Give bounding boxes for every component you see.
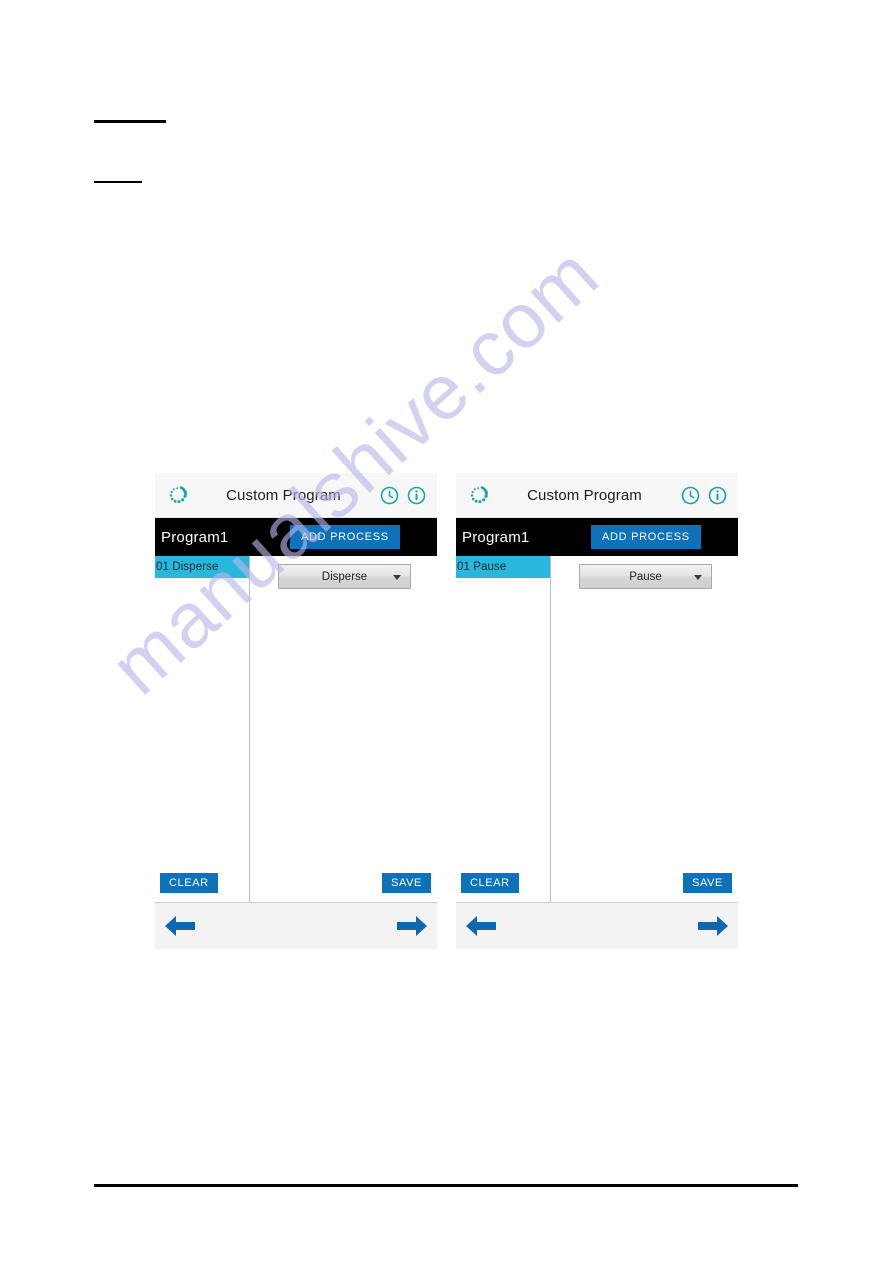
chevron-down-icon <box>694 575 702 580</box>
process-list-item-label: 01 Pause <box>457 561 507 573</box>
screenshot-panel-disperse: Custom Program Program1 ADD PROCESS 01 D… <box>155 473 437 949</box>
screenshot-panel-pause: Custom Program Program1 ADD PROCESS 01 P… <box>456 473 738 949</box>
bottom-navbar <box>456 902 738 949</box>
add-process-button[interactable]: ADD PROCESS <box>290 525 400 549</box>
process-type-select-value: Pause <box>629 570 662 583</box>
process-list-item-01[interactable]: 01 Pause <box>456 556 550 578</box>
arrow-right-icon[interactable] <box>396 912 428 940</box>
save-button[interactable]: SAVE <box>382 873 431 893</box>
titlebar-icons <box>380 486 426 505</box>
titlebar-icons <box>681 486 727 505</box>
clear-button[interactable]: CLEAR <box>461 873 519 893</box>
page-title: Custom Program <box>226 486 341 504</box>
chevron-down-icon <box>393 575 401 580</box>
bottom-navbar <box>155 902 437 949</box>
titlebar: Custom Program <box>155 473 437 518</box>
arrow-left-icon[interactable] <box>465 912 497 940</box>
page-title: Custom Program <box>527 486 642 504</box>
process-type-select[interactable]: Disperse <box>278 564 411 589</box>
heading-rule-1 <box>94 120 166 123</box>
process-list-sidebar: 01 Disperse <box>155 556 250 902</box>
footer-rule <box>94 1184 798 1187</box>
process-detail-content: Disperse <box>250 556 437 902</box>
program-name: Program1 <box>462 528 530 546</box>
device-body: 01 Disperse Disperse CLEAR SAVE <box>155 556 437 902</box>
process-list-sidebar: 01 Pause <box>456 556 551 902</box>
process-detail-content: Pause <box>551 556 738 902</box>
program-bar: Program1 ADD PROCESS <box>155 518 437 556</box>
process-type-select-value: Disperse <box>321 570 368 583</box>
info-icon[interactable] <box>407 486 426 505</box>
save-button[interactable]: SAVE <box>683 873 732 893</box>
heading-rule-2 <box>94 181 142 183</box>
process-type-select[interactable]: Pause <box>579 564 712 589</box>
arrow-right-icon[interactable] <box>697 912 729 940</box>
process-list-item-label: 01 Disperse <box>156 561 219 573</box>
device-body: 01 Pause Pause CLEAR SAVE <box>456 556 738 902</box>
clock-icon[interactable] <box>681 486 700 505</box>
add-process-button[interactable]: ADD PROCESS <box>591 525 701 549</box>
clock-icon[interactable] <box>380 486 399 505</box>
process-list-item-01[interactable]: 01 Disperse <box>155 556 249 578</box>
program-name: Program1 <box>161 528 229 546</box>
info-icon[interactable] <box>708 486 727 505</box>
clear-button[interactable]: CLEAR <box>160 873 218 893</box>
arrow-left-icon[interactable] <box>164 912 196 940</box>
titlebar: Custom Program <box>456 473 738 518</box>
program-bar: Program1 ADD PROCESS <box>456 518 738 556</box>
